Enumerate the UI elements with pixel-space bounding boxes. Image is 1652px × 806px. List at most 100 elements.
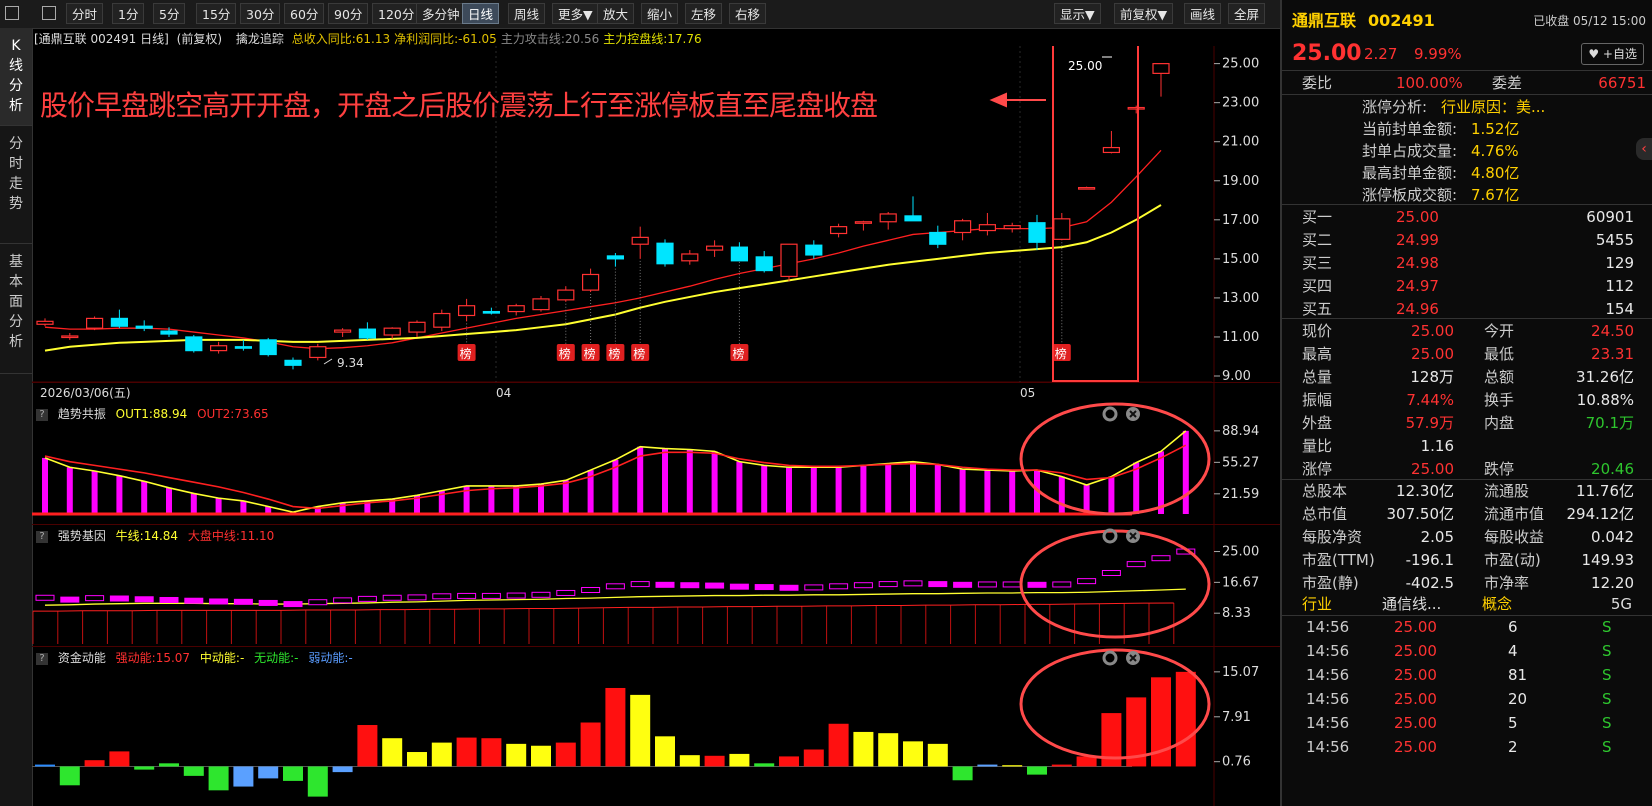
quote-label: 振幅 [1302, 391, 1333, 409]
period-button-fenshi[interactable]: 分时 [66, 3, 104, 24]
gene-bar [754, 584, 774, 591]
indicator-name[interactable]: 擒龙追踪 [236, 32, 284, 46]
add-watchlist-button[interactable]: ♥ +自选 [1581, 43, 1644, 65]
fundamental-row: 市盈(TTM) -196.1 市盈(动) 149.93 [1282, 549, 1652, 571]
window-icon[interactable] [5, 6, 19, 20]
gene-bar [35, 594, 55, 601]
tick-time: 14:56 [1306, 690, 1350, 708]
collapse-panel-icon[interactable]: ‹ [1636, 138, 1652, 160]
bid-volume: 112 [1605, 277, 1634, 295]
fundamental-value: -196.1 [1405, 551, 1454, 569]
tick-row: 14:56 25.00 2 S [1282, 736, 1652, 758]
gene-bar [903, 580, 923, 587]
resonance-bar [910, 461, 916, 514]
fullscreen-button[interactable]: 全屏 [1228, 3, 1266, 24]
limit-info-value: 4.80亿 [1471, 164, 1520, 182]
low-pointer [323, 358, 333, 365]
tab-intraday-trend[interactable]: 分时走势 [0, 126, 32, 244]
resonance-bar [562, 480, 569, 514]
close-icon[interactable] [1126, 651, 1140, 665]
period-button-90min[interactable]: 90分 [328, 3, 369, 24]
gene-bar [1052, 581, 1072, 588]
settings-icon[interactable] [1102, 406, 1118, 422]
candle-body [581, 273, 600, 291]
period-button-120min[interactable]: 120分 [372, 3, 421, 24]
bid-label: 买四 [1302, 277, 1333, 295]
gene-bar [209, 598, 229, 605]
grid-icon[interactable] [42, 6, 56, 20]
settings-icon[interactable] [1102, 650, 1118, 666]
draw-line-button[interactable]: 画线 [1184, 3, 1222, 24]
strong-gene-chart[interactable]: 25.00 16.67 8.33 [32, 524, 1280, 646]
tick-side: S [1602, 618, 1612, 636]
move-left-button[interactable]: 左移 [685, 3, 723, 24]
tab-kline-analysis[interactable]: K线分析 [0, 28, 32, 126]
resonance-bar [761, 465, 768, 514]
limit-info-row: 封单占成交量: 4.76% [1282, 140, 1652, 162]
concept-value[interactable]: 5G [1611, 593, 1632, 615]
quote-label: 总额 [1484, 368, 1515, 386]
resonance-bar [860, 465, 867, 514]
momentum-bar [84, 760, 105, 767]
annotation-text: 股价早盘跳空高开开盘，开盘之后股价震荡上行至涨停板直至尾盘收盘 [40, 89, 878, 122]
period-button-weekly[interactable]: 周线 [508, 3, 546, 24]
resonance-bar [1158, 451, 1164, 514]
period-button-daily[interactable]: 日线 [462, 3, 500, 24]
gene-bar [308, 599, 328, 606]
bid-price: 24.96 [1396, 300, 1439, 318]
momentum-bar [307, 766, 328, 797]
display-dropdown[interactable]: 显示▼ [1054, 3, 1101, 24]
momentum-bar [655, 736, 675, 767]
candle-body [358, 328, 376, 339]
tick-volume: 6 [1508, 618, 1518, 636]
period-button-30min[interactable]: 30分 [240, 3, 281, 24]
quote-value: 31.26亿 [1576, 368, 1634, 386]
resonance-bar [1058, 476, 1065, 514]
period-button-1min[interactable]: 1分 [112, 3, 145, 24]
gene-bar [333, 597, 353, 604]
tab-fundamental-analysis[interactable]: 基本面分析 [0, 244, 32, 374]
candle-body [1127, 106, 1145, 110]
fundamental-label: 每股净资 [1302, 528, 1363, 546]
quote-label: 换手 [1484, 391, 1515, 409]
close-icon[interactable] [1126, 529, 1140, 543]
period-button-60min[interactable]: 60分 [284, 3, 325, 24]
low-price-label: 9.34 [337, 356, 364, 370]
candle-body [532, 298, 550, 311]
gene-bar [382, 594, 402, 601]
fund-momentum-chart[interactable]: 15.07 7.91 0.76 [32, 646, 1280, 806]
limit-info-label: 最高封单金额: [1362, 164, 1458, 182]
period-button-multi-min[interactable]: 多分钟 [416, 3, 466, 24]
zoom-in-button[interactable]: 放大 [597, 3, 635, 24]
last-price-label: 25.00 [1068, 59, 1102, 73]
momentum-bar [878, 733, 899, 767]
period-button-5min[interactable]: 5分 [153, 3, 186, 24]
fundamental-value: 11.76亿 [1576, 482, 1634, 500]
period-button-15min[interactable]: 15分 [196, 3, 237, 24]
trend-resonance-chart[interactable]: 88.94 55.27 21.59 [32, 402, 1280, 524]
gene-bar [283, 601, 303, 608]
resonance-bar [662, 448, 668, 514]
candle-body [210, 345, 228, 352]
zoom-out-button[interactable]: 缩小 [641, 3, 679, 24]
tick-row: 14:56 25.00 5 S [1282, 712, 1652, 734]
industry-value[interactable]: 通信线... [1382, 593, 1441, 615]
fundamental-value: 307.50亿 [1386, 505, 1455, 523]
fundamental-label: 市盈(静) [1302, 574, 1359, 592]
limit-info-value: 行业原因：美... [1441, 98, 1546, 116]
candle-body [631, 236, 649, 245]
fundamental-value: 294.12亿 [1566, 505, 1635, 523]
more-periods-dropdown[interactable]: 更多▼ [552, 3, 599, 24]
adjust-dropdown[interactable]: 前复权▼ [1114, 3, 1174, 24]
candle-body [557, 289, 575, 301]
gene-bar [853, 582, 873, 589]
close-icon[interactable] [1126, 407, 1140, 421]
move-right-button[interactable]: 右移 [729, 3, 767, 24]
gene-bar [829, 583, 849, 590]
chart-title: [通鼎互联 002491 日线] [34, 32, 169, 46]
momentum-bar [952, 766, 973, 781]
rank-badge-label: 榜 [584, 346, 596, 361]
stock-code: 002491 [1368, 11, 1435, 30]
bid-label: 买三 [1302, 254, 1333, 272]
quote-value: 20.46 [1591, 460, 1634, 478]
